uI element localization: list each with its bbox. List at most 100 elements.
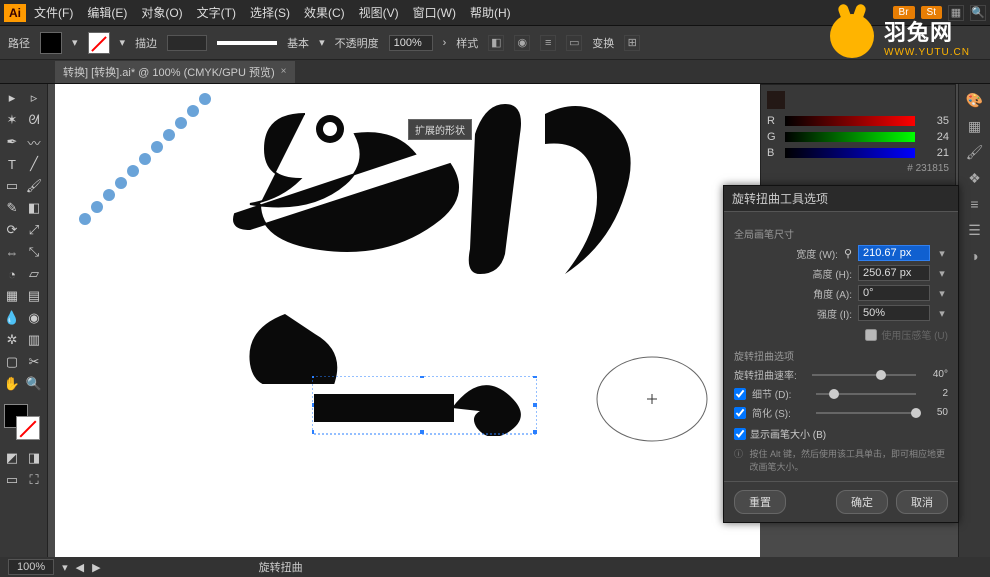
layers-panel-icon[interactable]: ☰ [965,220,985,240]
twirl-rate-slider[interactable] [812,374,916,376]
reset-button[interactable]: 重置 [734,490,786,514]
detail-checkbox[interactable] [734,388,746,400]
chevron-down-icon[interactable]: ▾ [72,36,78,49]
screen-mode-icon[interactable]: ▭ [2,470,22,490]
cancel-button[interactable]: 取消 [896,490,948,514]
menu-edit[interactable]: 编辑(E) [87,4,127,21]
color-fill-swatch[interactable] [767,91,785,109]
blend-tool[interactable]: ◉ [24,308,44,328]
show-brush-checkbox[interactable] [734,428,746,440]
graph-tool[interactable]: ▥ [24,330,44,350]
hex-value[interactable]: 231815 [916,163,949,174]
paintbrush-tool[interactable]: 🖌 [24,176,44,196]
simplify-slider[interactable] [816,412,916,414]
arrange-docs-icon[interactable]: ▦ [948,5,964,21]
opacity-input[interactable] [389,35,433,51]
direct-selection-tool[interactable]: ▹ [24,88,44,108]
stroke-weight-input[interactable] [167,35,207,51]
menu-window[interactable]: 窗口(W) [413,4,456,21]
r-slider[interactable] [785,116,915,126]
chevron-down-icon[interactable]: ▾ [120,36,126,49]
angle-input[interactable] [858,285,930,301]
curvature-tool[interactable]: 〰 [24,132,44,152]
shape-icon[interactable]: ▭ [566,35,582,51]
stock-badge[interactable]: St [921,6,942,19]
slice-tool[interactable]: ✂ [24,352,44,372]
menu-object[interactable]: 对象(O) [141,4,182,21]
menu-file[interactable]: 文件(F) [34,4,73,21]
width-input[interactable] [858,245,930,261]
style-swatch[interactable]: ◧ [488,35,504,51]
g-slider[interactable] [785,132,915,142]
artboard-tool[interactable]: ▢ [2,352,22,372]
stroke-style-label[interactable]: 基本 [287,35,309,51]
height-input[interactable] [858,265,930,281]
free-transform-tool[interactable]: ⤡ [24,242,44,262]
align-icon[interactable]: ≡ [540,35,556,51]
fill-swatch[interactable] [40,32,62,54]
change-screen-icon[interactable]: ⛶ [24,470,44,490]
gradient-mode-icon[interactable]: ◨ [24,448,44,468]
stroke-preview[interactable] [217,41,277,45]
stroke-color-box[interactable] [16,416,40,440]
chevron-down-icon[interactable]: ▾ [62,561,68,574]
document-tab[interactable]: 转换] [转换].ai* @ 100% (CMYK/GPU 预览) × [55,61,295,83]
chevron-down-icon[interactable]: ▾ [936,287,948,300]
ok-button[interactable]: 确定 [836,490,888,514]
brushes-panel-icon[interactable]: 🖌 [965,142,985,162]
transform-button[interactable]: 变换 [592,35,614,51]
fill-stroke-indicator[interactable] [2,402,42,442]
menu-help[interactable]: 帮助(H) [470,4,511,21]
stroke-panel-icon[interactable]: ≡ [965,194,985,214]
search-icon[interactable]: 🔍 [970,5,986,21]
gradient-tool[interactable]: ▤ [24,286,44,306]
isolate-icon[interactable]: ⊞ [624,35,640,51]
shape-builder-tool[interactable]: ◔ [2,264,22,284]
chevron-down-icon[interactable]: ▾ [936,247,948,260]
menu-select[interactable]: 选择(S) [250,4,290,21]
b-slider[interactable] [785,148,915,158]
rotate-tool[interactable]: ⟳ [2,220,22,240]
mesh-tool[interactable]: ▦ [2,286,22,306]
symbol-sprayer-tool[interactable]: ✲ [2,330,22,350]
appearance-panel-icon[interactable]: ◑ [965,246,985,266]
chevron-down-icon[interactable]: ▾ [936,267,948,280]
perspective-tool[interactable]: ▱ [24,264,44,284]
canvas[interactable]: 扩展的形状 [55,84,760,557]
zoom-dropdown[interactable]: 100% [8,559,54,575]
nav-right-icon[interactable]: ▶ [92,561,100,574]
selection-tool[interactable]: ▸ [2,88,22,108]
magic-wand-tool[interactable]: ✶ [2,110,22,130]
menu-effect[interactable]: 效果(C) [304,4,345,21]
menu-view[interactable]: 视图(V) [359,4,399,21]
simplify-checkbox[interactable] [734,407,746,419]
scale-tool[interactable]: ⤢ [24,220,44,240]
nav-left-icon[interactable]: ◀ [76,561,84,574]
bridge-badge[interactable]: Br [893,6,915,19]
shaper-tool[interactable]: ✎ [2,198,22,218]
selected-shape[interactable] [312,376,537,436]
line-tool[interactable]: ╱ [24,154,44,174]
eraser-tool[interactable]: ◧ [24,198,44,218]
menu-type[interactable]: 文字(T) [197,4,236,21]
color-panel-icon[interactable]: 🎨 [965,90,985,110]
swatches-panel-icon[interactable]: ▦ [965,116,985,136]
recolor-icon[interactable]: ◉ [514,35,530,51]
lasso-tool[interactable]: ᘛ [24,110,44,130]
color-stroke-swatch[interactable] [789,91,807,109]
rectangle-tool[interactable]: ▭ [2,176,22,196]
chevron-right-icon[interactable]: › [443,37,447,49]
chevron-down-icon[interactable]: ▾ [936,307,948,320]
hand-tool[interactable]: ✋ [2,374,22,394]
pen-tool[interactable]: ✒ [2,132,22,152]
intensity-input[interactable] [858,305,930,321]
stroke-swatch[interactable] [88,32,110,54]
close-tab-icon[interactable]: × [281,66,287,77]
chevron-down-icon[interactable]: ▾ [319,36,325,49]
zoom-tool[interactable]: 🔍 [24,374,44,394]
detail-slider[interactable] [816,393,916,395]
type-tool[interactable]: T [2,154,22,174]
eyedropper-tool[interactable]: 💧 [2,308,22,328]
color-mode-icon[interactable]: ◩ [2,448,22,468]
symbols-panel-icon[interactable]: ❖ [965,168,985,188]
